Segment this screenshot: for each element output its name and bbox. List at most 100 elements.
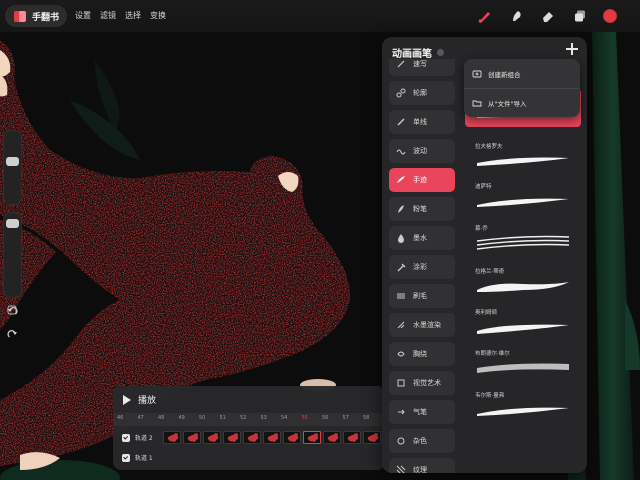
brush-stroke-preview xyxy=(477,324,569,334)
smudge-icon[interactable] xyxy=(508,7,526,25)
frame-thumbnail[interactable] xyxy=(163,431,181,444)
brush-category-item[interactable]: 波动 xyxy=(389,139,455,163)
add-menu-popover: 创建新组合 从"文件"导入 xyxy=(464,59,580,117)
frame-tick: 58 xyxy=(363,415,370,421)
brush-category-item[interactable]: 水墨渲染 xyxy=(389,313,455,337)
wave-icon xyxy=(396,146,406,156)
category-label: 纹理 xyxy=(413,466,427,473)
brush-category-item[interactable]: 墨水 xyxy=(389,226,455,250)
play-label: 播放 xyxy=(138,396,157,406)
add-brush-button[interactable] xyxy=(565,42,579,56)
category-label: 墨水 xyxy=(413,234,427,242)
layers-icon[interactable] xyxy=(571,7,589,25)
frame-thumbnail[interactable] xyxy=(203,431,221,444)
frame-tick: 49 xyxy=(178,415,185,421)
brush-item[interactable]: 迪萨特 xyxy=(465,177,581,215)
redo-icon[interactable] xyxy=(5,327,19,341)
category-label: 手迹 xyxy=(413,176,427,184)
frame-tick: 54 xyxy=(281,415,288,421)
menu-filters[interactable]: 滤镜 xyxy=(100,10,116,21)
brush-icon[interactable] xyxy=(476,7,494,25)
category-label: 轮廓 xyxy=(413,89,427,97)
brush-category-item[interactable]: 速写 xyxy=(389,59,455,76)
track-row[interactable]: 轨道 2 xyxy=(113,428,385,447)
category-label: 气笔 xyxy=(413,408,427,416)
import-file-label: 从"文件"导入 xyxy=(488,100,527,108)
brush-item[interactable]: 布朗德尔·维尔 xyxy=(465,344,581,382)
frame-tick: 55 xyxy=(301,415,308,421)
brush-item[interactable]: 拉格兰·蒂奇 xyxy=(465,262,581,300)
bristle-icon xyxy=(396,291,406,301)
menu-transform[interactable]: 变换 xyxy=(150,10,166,21)
top-toolbar: 手翻书 设置 滤镜 选择 变换 xyxy=(0,0,640,32)
brush-category-item[interactable]: 轮廓 xyxy=(389,81,455,105)
brush-name: 迪萨特 xyxy=(475,184,492,190)
art-icon xyxy=(396,378,406,388)
brush-category-item[interactable]: 杂色 xyxy=(389,429,455,453)
brush-size-slider[interactable] xyxy=(3,130,22,205)
frame-tick: 46 xyxy=(117,415,124,421)
frame-thumbnail[interactable] xyxy=(183,431,201,444)
frame-thumbnail[interactable] xyxy=(263,431,281,444)
airbrush-icon xyxy=(396,407,406,417)
frame-tick: 57 xyxy=(342,415,349,421)
frame-thumbnail[interactable] xyxy=(343,431,361,444)
main-menu: 设置 滤镜 选择 变换 xyxy=(75,10,166,21)
undo-icon[interactable] xyxy=(5,304,19,318)
play-button[interactable]: 播放 xyxy=(123,393,156,406)
import-file-item[interactable]: 从"文件"导入 xyxy=(472,98,526,108)
info-icon[interactable] xyxy=(437,49,444,56)
brush-category-item[interactable]: 粉笔 xyxy=(389,197,455,221)
frame-tick: 47 xyxy=(137,415,144,421)
brush-item[interactable]: 拉夫格罗夫 xyxy=(465,137,581,175)
category-label: 波动 xyxy=(413,147,427,155)
frame-thumbnail[interactable] xyxy=(283,431,301,444)
frame-tick: 48 xyxy=(158,415,165,421)
opacity-slider[interactable] xyxy=(3,212,22,298)
category-label: 杂色 xyxy=(413,437,427,445)
brush-category-item[interactable]: 刷毛 xyxy=(389,284,455,308)
eraser-icon[interactable] xyxy=(539,7,557,25)
brush-item[interactable]: 慕·乔 xyxy=(465,219,581,257)
category-label: 粉笔 xyxy=(413,205,427,213)
track-visibility-checkbox[interactable] xyxy=(122,433,130,442)
folder-icon xyxy=(472,100,482,107)
brush-name: 拉夫格罗夫 xyxy=(475,144,503,150)
frame-thumbnail[interactable] xyxy=(303,431,321,444)
brush-item[interactable]: 奥利姆顿 xyxy=(465,303,581,341)
create-group-item[interactable]: 创建新组合 xyxy=(472,69,521,79)
play-icon xyxy=(123,394,131,405)
category-label: 视觉艺术 xyxy=(413,379,441,387)
brush-category-item[interactable]: 视觉艺术 xyxy=(389,371,455,395)
frame-thumbnail[interactable] xyxy=(323,431,341,444)
menu-select[interactable]: 选择 xyxy=(125,10,141,21)
brush-category-item[interactable]: 单线 xyxy=(389,110,455,134)
frame-thumbnail[interactable] xyxy=(243,431,261,444)
brush-name: 拉格兰·蒂奇 xyxy=(475,269,505,275)
brush-stroke-preview xyxy=(477,157,569,166)
color-picker-button[interactable] xyxy=(603,9,617,23)
app-name: 手翻书 xyxy=(32,12,60,23)
brush-category-item[interactable]: 胸绕 xyxy=(389,342,455,366)
menu-settings[interactable]: 设置 xyxy=(75,10,91,21)
sketch-icon xyxy=(396,59,406,69)
frame-thumbnail[interactable] xyxy=(363,431,381,444)
frame-ruler[interactable]: 46 47 48 49 50 51 52 53 54 55 56 57 58 xyxy=(113,413,385,426)
brush-category-item[interactable]: 气笔 xyxy=(389,400,455,424)
animation-timeline: 播放 46 47 48 49 50 51 52 53 54 55 56 57 58 轨道 2 轨道 1 xyxy=(113,386,385,470)
brush-category-item[interactable]: 涂彩 xyxy=(389,255,455,279)
brush-size-thumb[interactable] xyxy=(6,157,19,166)
opacity-thumb[interactable] xyxy=(6,219,19,228)
track-visibility-checkbox[interactable] xyxy=(122,453,130,462)
track-label: 轨道 1 xyxy=(135,455,153,462)
gallery-button[interactable]: 手翻书 xyxy=(5,5,67,27)
brush-stroke-preview xyxy=(477,363,569,373)
brush-category-item[interactable]: 纹理 xyxy=(389,458,455,473)
frame-tick: 51 xyxy=(219,415,226,421)
paint-icon xyxy=(396,262,406,272)
track-row[interactable]: 轨道 1 xyxy=(113,449,385,466)
app-logo-icon xyxy=(14,10,27,22)
brush-category-item[interactable]: 手迹 xyxy=(389,168,455,192)
brush-item[interactable]: 韦尔斯·量弗 xyxy=(465,386,581,424)
frame-thumbnail[interactable] xyxy=(223,431,241,444)
